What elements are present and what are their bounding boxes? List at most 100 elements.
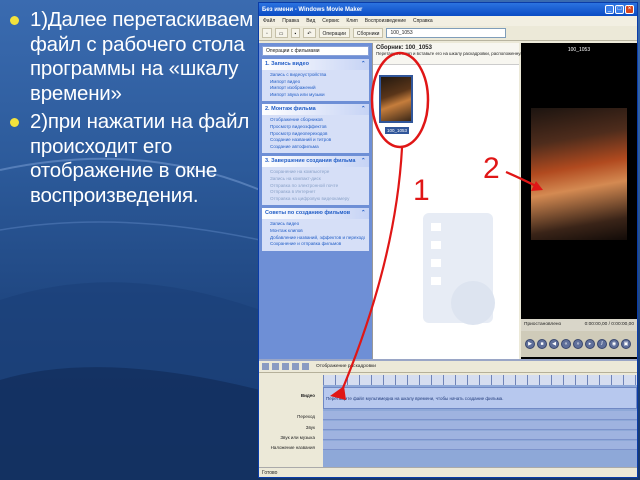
task-section: 1. Запись видео ⌃ Запись с видеоустройства… <box>262 59 369 102</box>
play-icon[interactable]: ▶ <box>525 339 535 349</box>
task-section: Советы по созданию фильмов ⌃ Запись видео М… <box>262 208 369 251</box>
collapse-chevron-icon[interactable]: ⌃ <box>361 59 369 70</box>
status-bar: Готово <box>259 467 637 477</box>
menu-help[interactable]: Справка <box>413 18 433 24</box>
new-project-icon[interactable]: ▫ <box>262 28 272 38</box>
task-section-body: Запись видео Монтаж клипов Добавление назв… <box>262 219 369 251</box>
menu-edit[interactable]: Правка <box>282 18 299 24</box>
task-link: Отправка в Интернет <box>270 189 316 195</box>
task-section-body: Запись с видеоустройства Импорт видео Импо… <box>262 70 369 102</box>
video-track[interactable]: Перетащите файл мультимедиа на шкалу вре… <box>323 387 637 409</box>
storyboard-toggle[interactable]: Отображение раскадровки <box>316 364 376 369</box>
task-section-header[interactable]: 3. Завершение создания фильма ⌃ <box>262 156 369 168</box>
track-label-video: Видео <box>300 393 315 398</box>
audio-track[interactable] <box>323 421 637 430</box>
movie-maker-window: Без имени - Windows Movie Maker _ □ × Фа… <box>258 2 638 478</box>
toolbar: ▫ ▭ ▪ ↶ Операции Сборники 100_1053 <box>259 26 637 41</box>
next-frame-icon[interactable]: ▸ <box>585 339 595 349</box>
menu-view[interactable]: Вид <box>306 18 315 24</box>
stop-icon[interactable]: ■ <box>537 339 547 349</box>
zoom-in-icon[interactable] <box>272 363 279 370</box>
menu-clip[interactable]: Клип <box>346 18 357 24</box>
task-link[interactable]: Запись с видеоустройства <box>270 72 365 79</box>
split-clip-icon[interactable]: ⫽ <box>597 339 607 349</box>
save-icon[interactable]: ▪ <box>290 28 301 38</box>
video-preview <box>531 108 627 240</box>
task-link[interactable]: Добавление названий, эффектов и переходо… <box>270 235 365 242</box>
bullet-text: 2)при нажатии на файл происходит его ото… <box>30 110 250 207</box>
fullscreen-icon[interactable]: ▣ <box>621 339 631 349</box>
task-link: Запись на компакт-диск <box>270 175 321 181</box>
task-section-header[interactable]: 2. Монтаж фильма ⌃ <box>262 104 369 116</box>
menu-play[interactable]: Воспроизведение <box>365 18 406 24</box>
track-label-audio: Звук <box>305 425 315 430</box>
timeline-tracks: Видео Переход Звук Звук или музыка Налож… <box>259 375 637 469</box>
task-link: Сохранение на компьютере <box>270 169 330 175</box>
task-link[interactable]: Создание автофильма <box>270 144 365 151</box>
task-link[interactable]: Импорт изображений <box>270 85 365 92</box>
collapse-chevron-icon[interactable]: ⌃ <box>361 156 369 167</box>
task-link[interactable]: Импорт звука или музыки <box>270 92 365 99</box>
bullet-dot <box>10 118 19 127</box>
collapse-chevron-icon[interactable]: ⌃ <box>361 104 369 115</box>
track-label-title-overlay: Наложение названия <box>270 445 315 450</box>
menu-bar: Файл Правка Вид Сервис Клип Воспроизведе… <box>259 16 637 26</box>
undo-icon[interactable]: ↶ <box>303 28 316 38</box>
snapshot-icon[interactable]: ◉ <box>609 339 619 349</box>
rewind-timeline-icon[interactable] <box>292 363 299 370</box>
open-icon[interactable]: ▭ <box>274 28 288 38</box>
task-link: Отправка по электронной почте <box>270 182 339 188</box>
rewind-icon[interactable]: « <box>561 339 571 349</box>
task-pane-header: Операции с фильмами <box>262 46 369 56</box>
narrate-icon[interactable] <box>262 363 269 370</box>
task-link[interactable]: Отображение сборников <box>270 117 365 124</box>
task-link[interactable]: Сохранение и отправка фильмов <box>270 241 365 248</box>
bullet-dot <box>10 16 19 25</box>
playback-controls: ▶ ■ ◀ « » ▸ ⫽ ◉ ▣ <box>521 331 637 357</box>
close-button[interactable]: × <box>625 5 634 14</box>
task-link[interactable]: Создание названий и титров <box>270 137 365 144</box>
bullet-text: 1)Далее перетаскиваем файл с рабочего ст… <box>30 8 254 105</box>
task-link[interactable]: Запись видео <box>270 221 365 228</box>
task-section-header[interactable]: 1. Запись видео ⌃ <box>262 59 369 70</box>
window-title: Без имени - Windows Movie Maker <box>262 6 363 13</box>
task-link[interactable]: Импорт видео <box>270 79 365 86</box>
menu-tools[interactable]: Сервис <box>322 18 339 24</box>
collections-button[interactable]: Сборники <box>352 28 384 38</box>
task-section-body: Сохранение на компьютере Запись на компак… <box>262 167 369 206</box>
collapse-chevron-icon[interactable]: ⌃ <box>361 208 369 219</box>
title-overlay-track[interactable] <box>323 441 637 450</box>
timeline-lanes[interactable]: Перетащите файл мультимедиа на шкалу вре… <box>323 375 637 469</box>
task-section-title: 3. Завершение создания фильма <box>265 158 356 165</box>
play-timeline-icon[interactable] <box>302 363 309 370</box>
menu-file[interactable]: Файл <box>263 18 275 24</box>
minimize-button[interactable]: _ <box>605 5 614 14</box>
task-section-header[interactable]: Советы по созданию фильмов ⌃ <box>262 208 369 220</box>
bullet-item: 2)при нажатии на файл происходит его ото… <box>10 110 260 208</box>
transition-track[interactable] <box>323 411 637 420</box>
time-ruler[interactable] <box>323 375 637 385</box>
title-bar: Без имени - Windows Movie Maker _ □ × <box>259 3 637 16</box>
collection-select[interactable]: 100_1053 <box>386 28 507 38</box>
task-pane: Операции с фильмами 1. Запись видео ⌃ Запи… <box>259 43 372 359</box>
forward-icon[interactable]: » <box>573 339 583 349</box>
music-track[interactable] <box>323 431 637 440</box>
task-section-title: 2. Монтаж фильма <box>265 106 316 113</box>
zoom-out-icon[interactable] <box>282 363 289 370</box>
clip-thumbnail[interactable] <box>379 75 413 123</box>
collection-pane: Сборник: 100_1053 Перетащите клип и вста… <box>372 43 536 359</box>
track-label-music: Звук или музыка <box>280 435 315 440</box>
task-section: 2. Монтаж фильма ⌃ Отображение сборников Пр… <box>262 104 369 154</box>
tasks-button[interactable]: Операции <box>318 28 350 38</box>
monitor-title: 100_1053 <box>567 47 591 53</box>
track-label-transition: Переход <box>297 414 315 419</box>
bullet-item: 1)Далее перетаскиваем файл с рабочего ст… <box>10 8 260 106</box>
maximize-button[interactable]: □ <box>615 5 624 14</box>
clip-label[interactable]: 100_1053 <box>385 127 409 134</box>
previous-frame-icon[interactable]: ◀ <box>549 339 559 349</box>
film-reel-watermark <box>423 213 495 325</box>
task-link[interactable]: Монтаж клипов <box>270 228 365 235</box>
task-link[interactable]: Просмотр видеоэффектов <box>270 124 365 131</box>
task-link[interactable]: Просмотр видеопереходов <box>270 131 365 138</box>
preview-monitor: 100_1053 Приостановлено 0:00:00,00 / 0:0… <box>521 43 637 359</box>
